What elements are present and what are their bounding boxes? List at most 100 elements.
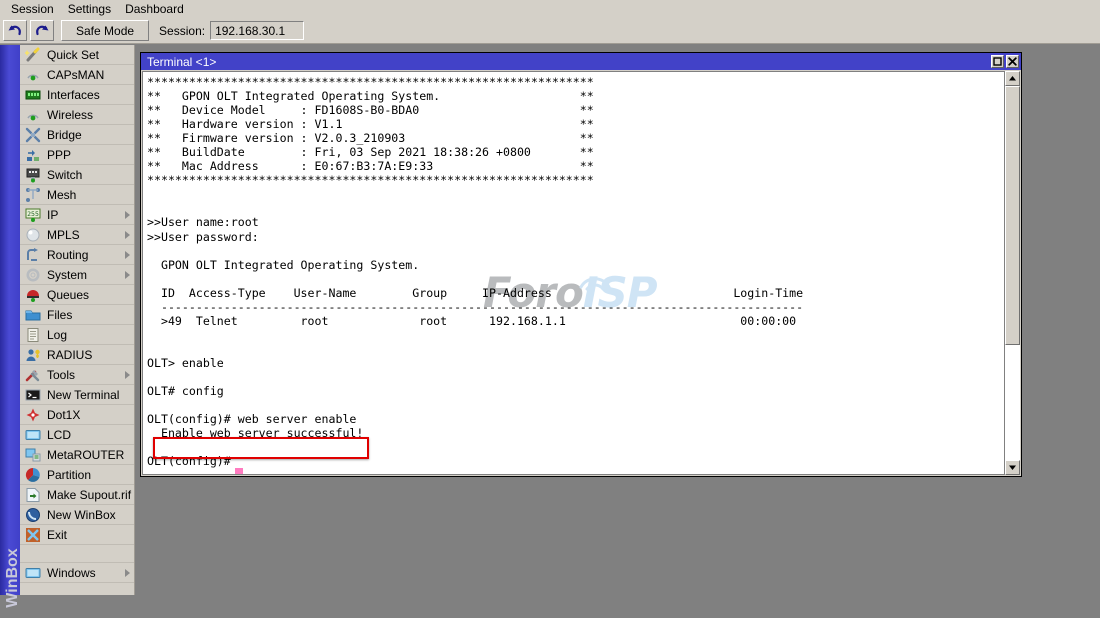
sidebar-item-quick-set[interactable]: Quick Set	[20, 45, 134, 65]
svg-text:255: 255	[27, 210, 39, 218]
sidebar-item-files[interactable]: Files	[20, 305, 134, 325]
undo-button[interactable]	[3, 20, 27, 41]
chevron-right-icon	[125, 211, 130, 219]
sidebar-item-log[interactable]: Log	[20, 325, 134, 345]
sidebar-item-label: Tools	[47, 367, 76, 382]
winbox-icon	[25, 507, 41, 523]
sidebar-item-switch[interactable]: Switch	[20, 165, 134, 185]
sidebar-item-wireless[interactable]: Wireless	[20, 105, 134, 125]
sidebar-item-label: New WinBox	[47, 507, 116, 522]
undo-arrow-icon	[7, 24, 23, 38]
sidebar-item-label: Dot1X	[47, 407, 81, 422]
scrollbar-track[interactable]	[1005, 86, 1020, 460]
sidebar-item-label: CAPsMAN	[47, 67, 105, 82]
sidebar-item-label: Partition	[47, 467, 92, 482]
menu-dashboard[interactable]: Dashboard	[118, 1, 191, 17]
maximize-icon	[993, 57, 1002, 66]
scrollbar-thumb[interactable]	[1005, 86, 1020, 345]
scrollbar-up-button[interactable]	[1005, 71, 1020, 86]
sidebar-item-make-supout-rif[interactable]: Make Supout.rif	[20, 485, 134, 505]
sidebar-item-label: IP	[47, 207, 59, 222]
ppp-icon	[25, 147, 41, 163]
sidebar-item-label: Switch	[47, 167, 83, 182]
sidebar-item-ip[interactable]: 255 IP	[20, 205, 134, 225]
sidebar-item-queues[interactable]: Queues	[20, 285, 134, 305]
terminal-title: Terminal <1>	[147, 54, 217, 69]
sidebar-item-interfaces[interactable]: Interfaces	[20, 85, 134, 105]
sidebar-item-new-terminal[interactable]: New Terminal	[20, 385, 134, 405]
sidebar-item-metarouter[interactable]: MetaROUTER	[20, 445, 134, 465]
sidebar-item-dot1x[interactable]: Dot1X	[20, 405, 134, 425]
sidebar-item-label: New Terminal	[47, 387, 120, 402]
redo-button[interactable]	[30, 20, 54, 41]
queues-icon	[25, 287, 41, 303]
maximize-button[interactable]	[991, 55, 1004, 68]
sidebar-item-mpls[interactable]: MPLS	[20, 225, 134, 245]
menu-session[interactable]: Session	[4, 1, 61, 17]
bridge-icon	[25, 127, 41, 143]
sidebar-item-label: Interfaces	[47, 87, 100, 102]
sidebar-item-label: MetaROUTER	[47, 447, 125, 462]
metarouter-icon	[25, 447, 41, 463]
sidebar-item-capsman[interactable]: CAPsMAN	[20, 65, 134, 85]
sidebar-item-label: System	[47, 267, 88, 282]
sidebar-item-label: Bridge	[47, 127, 82, 142]
terminal-screen-text: ****************************************…	[147, 75, 804, 469]
winbox-rail: WinBox	[0, 45, 21, 608]
sidebar-item-label: Windows	[47, 565, 96, 580]
switch-icon	[25, 167, 41, 183]
sidebar-item-routing[interactable]: Routing	[20, 245, 134, 265]
sidebar-item-label: Exit	[47, 527, 68, 542]
ports-icon	[25, 87, 41, 103]
supout-icon	[25, 487, 41, 503]
session-address-field[interactable]: 192.168.30.1	[210, 21, 305, 40]
sidebar-item-windows[interactable]: Windows	[20, 563, 134, 583]
sidebar-item-separator	[20, 545, 134, 563]
safe-mode-button[interactable]: Safe Mode	[61, 20, 150, 41]
mpls-disc-icon	[25, 227, 41, 243]
ip-255-icon: 255	[25, 207, 41, 223]
terminal-titlebar[interactable]: Terminal <1>	[141, 53, 1021, 70]
radius-user-icon	[25, 347, 41, 363]
log-icon	[25, 327, 41, 343]
sidebar-item-mesh[interactable]: Mesh	[20, 185, 134, 205]
window-controls	[991, 55, 1019, 68]
sidebar-item-lcd[interactable]: LCD	[20, 425, 134, 445]
close-button[interactable]	[1006, 55, 1019, 68]
sidebar-item-new-winbox[interactable]: New WinBox	[20, 505, 134, 525]
scrollbar-down-button[interactable]	[1005, 460, 1020, 475]
sidebar-item-label: PPP	[47, 147, 72, 162]
sidebar-item-bridge[interactable]: Bridge	[20, 125, 134, 145]
sidebar-item-system[interactable]: System	[20, 265, 134, 285]
antenna-icon	[25, 67, 41, 83]
session-label: Session:	[159, 23, 206, 38]
exit-icon	[25, 527, 41, 543]
terminal-output-area[interactable]: ForoISP ********************************…	[142, 71, 1004, 475]
gear-icon	[25, 267, 41, 283]
toolbar: Safe Mode Session: 192.168.30.1	[0, 18, 1100, 44]
terminal-scrollbar[interactable]	[1004, 71, 1020, 475]
sidebar-item-label: Log	[47, 327, 68, 342]
sidebar-item-ppp[interactable]: PPP	[20, 145, 134, 165]
sidebar-item-label: Wireless	[47, 107, 94, 122]
sidebar-item-radius[interactable]: RADIUS	[20, 345, 134, 365]
winbox-window: Session Settings Dashboard Safe Mode Ses…	[0, 0, 1100, 608]
lcd-icon	[25, 565, 41, 581]
terminal-window: Terminal <1> ForoISP *******************…	[140, 52, 1022, 477]
menu-settings[interactable]: Settings	[61, 1, 118, 17]
chevron-right-icon	[125, 271, 130, 279]
tools-icon	[25, 367, 41, 383]
sidebar-item-label: Routing	[47, 247, 89, 262]
sidebar-item-label: RADIUS	[47, 347, 93, 362]
folder-icon	[25, 307, 41, 323]
sidebar-item-tools[interactable]: Tools	[20, 365, 134, 385]
magic-wand-icon	[24, 47, 41, 63]
lcd-icon	[25, 427, 41, 443]
sidebar-item-partition[interactable]: Partition	[20, 465, 134, 485]
sidebar-item-label: Quick Set	[47, 47, 100, 62]
sidebar-item-exit[interactable]: Exit	[20, 525, 134, 545]
antenna-icon	[25, 107, 41, 123]
chevron-right-icon	[125, 371, 130, 379]
chevron-right-icon	[125, 231, 130, 239]
close-icon	[1008, 57, 1017, 66]
